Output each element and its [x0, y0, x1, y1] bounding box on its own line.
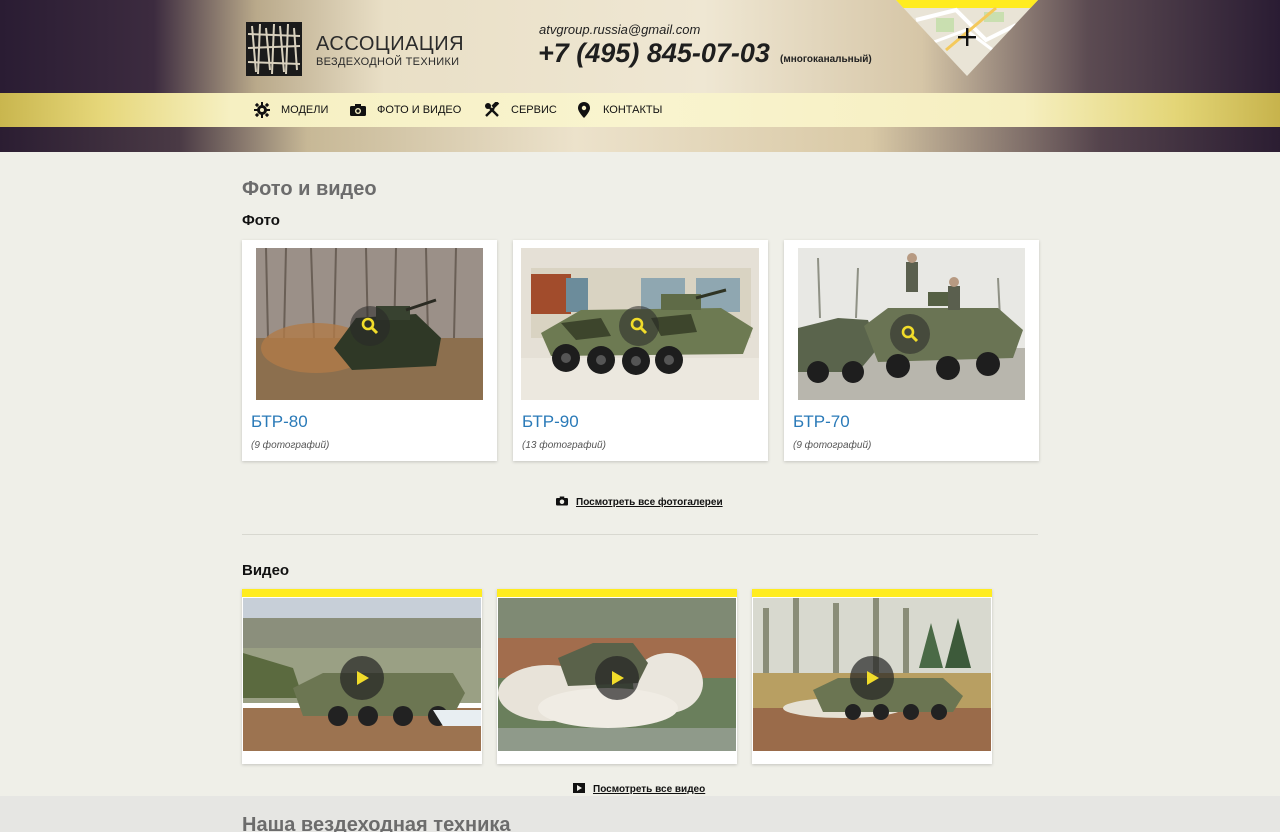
photo-title[interactable]: БТР-80	[251, 412, 308, 432]
video-top-bar	[497, 589, 737, 597]
nav-item-photo-video[interactable]: ФОТО И ВИДЕО	[349, 93, 461, 127]
all-videos-link[interactable]: Посмотреть все видео	[593, 784, 705, 795]
video-icon	[573, 783, 585, 796]
nav-label: СЕРВИС	[511, 104, 557, 116]
photo-card[interactable]: БТР-80 (9 фотографий)	[242, 240, 497, 461]
zoom-icon[interactable]	[619, 306, 659, 346]
email-link[interactable]: atvgroup.russia@gmail.com	[539, 22, 700, 37]
plus-icon[interactable]	[958, 28, 976, 46]
camera-icon	[349, 101, 367, 119]
video-card[interactable]	[752, 589, 992, 764]
gear-icon	[253, 101, 271, 119]
zoom-icon[interactable]	[350, 306, 390, 346]
zoom-icon[interactable]	[890, 314, 930, 354]
page-title: Фото и видео	[242, 178, 377, 200]
play-icon[interactable]	[595, 656, 639, 700]
play-icon[interactable]	[340, 656, 384, 700]
nav-item-models[interactable]: МОДЕЛИ	[253, 93, 328, 127]
video-card[interactable]	[242, 589, 482, 764]
all-galleries-row: Посмотреть все фотогалереи	[556, 496, 723, 509]
location-pin-icon	[575, 101, 593, 119]
photo-thumbnail[interactable]	[521, 248, 759, 400]
all-videos-row: Посмотреть все видео	[573, 783, 705, 796]
nav-item-contacts[interactable]: КОНТАКТЫ	[575, 93, 662, 127]
tools-icon	[483, 101, 501, 119]
camera-icon	[556, 496, 568, 509]
all-galleries-link[interactable]: Посмотреть все фотогалереи	[576, 497, 723, 508]
photo-section-title: Фото	[242, 212, 280, 229]
header-bottom-band	[0, 127, 1280, 152]
photo-title[interactable]: БТР-90	[522, 412, 579, 432]
nav-item-service[interactable]: СЕРВИС	[483, 93, 557, 127]
main-nav: МОДЕЛИ ФОТО И ВИДЕО СЕРВИС КОНТАКТЫ	[0, 93, 1280, 127]
video-thumbnail[interactable]	[498, 598, 736, 751]
video-card[interactable]	[497, 589, 737, 764]
video-thumbnail[interactable]	[753, 598, 991, 751]
nav-label: КОНТАКТЫ	[603, 104, 663, 116]
next-section-band	[0, 796, 1280, 832]
map-toggle[interactable]	[896, 0, 1038, 76]
photo-thumbnail[interactable]	[798, 248, 1025, 400]
photo-count: (9 фотографий)	[793, 440, 872, 451]
section-divider	[242, 534, 1038, 535]
logo-icon[interactable]	[244, 20, 304, 78]
video-top-bar	[752, 589, 992, 597]
photo-thumbnail[interactable]	[256, 248, 483, 400]
nav-label: ФОТО И ВИДЕО	[377, 104, 462, 116]
video-top-bar	[242, 589, 482, 597]
logo-line2: ВЕЗДЕХОДНОЙ ТЕХНИКИ	[316, 56, 460, 68]
photo-title[interactable]: БТР-70	[793, 412, 850, 432]
play-icon[interactable]	[850, 656, 894, 700]
nav-label: МОДЕЛИ	[281, 104, 329, 116]
logo-text[interactable]: АССОЦИАЦИЯ ВЕЗДЕХОДНОЙ ТЕХНИКИ	[316, 34, 464, 68]
phone-number[interactable]: +7 (495) 845-07-03	[538, 38, 770, 69]
photo-card[interactable]: БТР-70 (9 фотографий)	[784, 240, 1039, 461]
photo-card[interactable]: БТР-90 (13 фотографий)	[513, 240, 768, 461]
next-section-title: Наша вездеходная техника	[242, 814, 511, 832]
video-section-title: Видео	[242, 562, 290, 579]
photo-count: (13 фотографий)	[522, 440, 606, 451]
phone-note: (многоканальный)	[780, 54, 872, 65]
logo-line1: АССОЦИАЦИЯ	[316, 33, 465, 55]
photo-count: (9 фотографий)	[251, 440, 330, 451]
video-thumbnail[interactable]	[243, 598, 481, 751]
